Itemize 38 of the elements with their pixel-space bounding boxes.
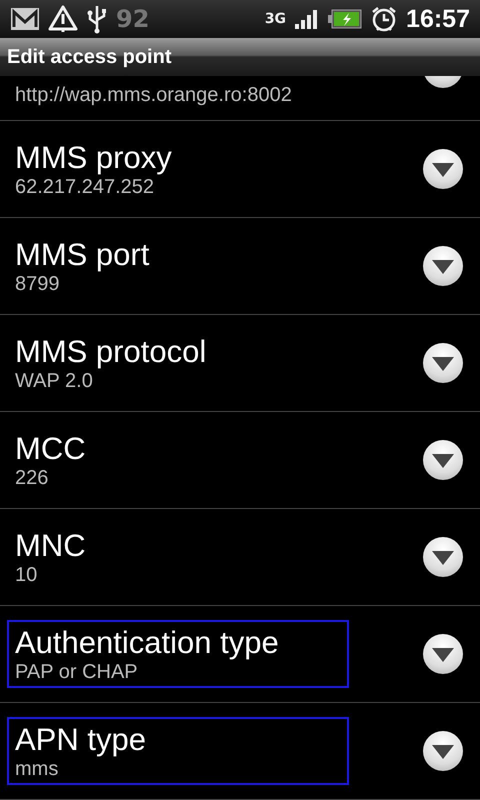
triangle-down-icon <box>432 745 454 759</box>
triangle-down-icon <box>432 357 454 371</box>
warning-icon <box>48 5 78 33</box>
setting-title[interactable]: APN type <box>15 720 341 758</box>
dropdown-button[interactable] <box>423 246 463 286</box>
dropdown-button[interactable] <box>423 634 463 674</box>
triangle-down-icon <box>432 551 454 565</box>
usb-icon <box>86 4 108 34</box>
setting-summary: PAP or CHAP <box>15 661 139 684</box>
setting-summary: http://wap.mms.orange.ro:8002 <box>15 84 292 107</box>
battery-icon <box>328 9 362 29</box>
setting-title[interactable]: MNC <box>15 526 341 564</box>
dropdown-button[interactable] <box>423 149 463 189</box>
setting-summary: 226 <box>15 467 50 490</box>
setting-title[interactable]: MMS proxy <box>15 138 341 176</box>
dropdown-button[interactable] <box>423 343 463 383</box>
dropdown-button[interactable] <box>423 731 463 771</box>
dropdown-button[interactable] <box>423 537 463 577</box>
battery-percent: 92 <box>116 5 150 33</box>
triangle-down-icon <box>432 648 454 662</box>
triangle-down-icon <box>432 454 454 468</box>
setting-title[interactable]: Authentication type <box>15 624 341 662</box>
network-type: 3G <box>264 12 286 26</box>
setting-title[interactable]: MCC <box>15 430 341 468</box>
setting-title[interactable]: MMS protocol <box>15 332 341 370</box>
setting-summary: WAP 2.0 <box>15 370 94 394</box>
setting-summary: mms <box>15 758 60 782</box>
setting-summary: 10 <box>15 564 38 588</box>
dropdown-button[interactable] <box>423 440 463 480</box>
setting-summary: 62.217.247.252 <box>15 176 156 200</box>
triangle-down-icon <box>432 163 454 177</box>
mail-icon <box>10 7 40 31</box>
setting-title[interactable]: MMS port <box>15 236 341 274</box>
triangle-down-icon <box>432 260 454 274</box>
screen-title: Edit access point <box>7 46 172 68</box>
alarm-clock-icon <box>370 5 398 33</box>
setting-summary: 8799 <box>15 273 60 296</box>
clock-time: 16:57 <box>406 4 470 34</box>
